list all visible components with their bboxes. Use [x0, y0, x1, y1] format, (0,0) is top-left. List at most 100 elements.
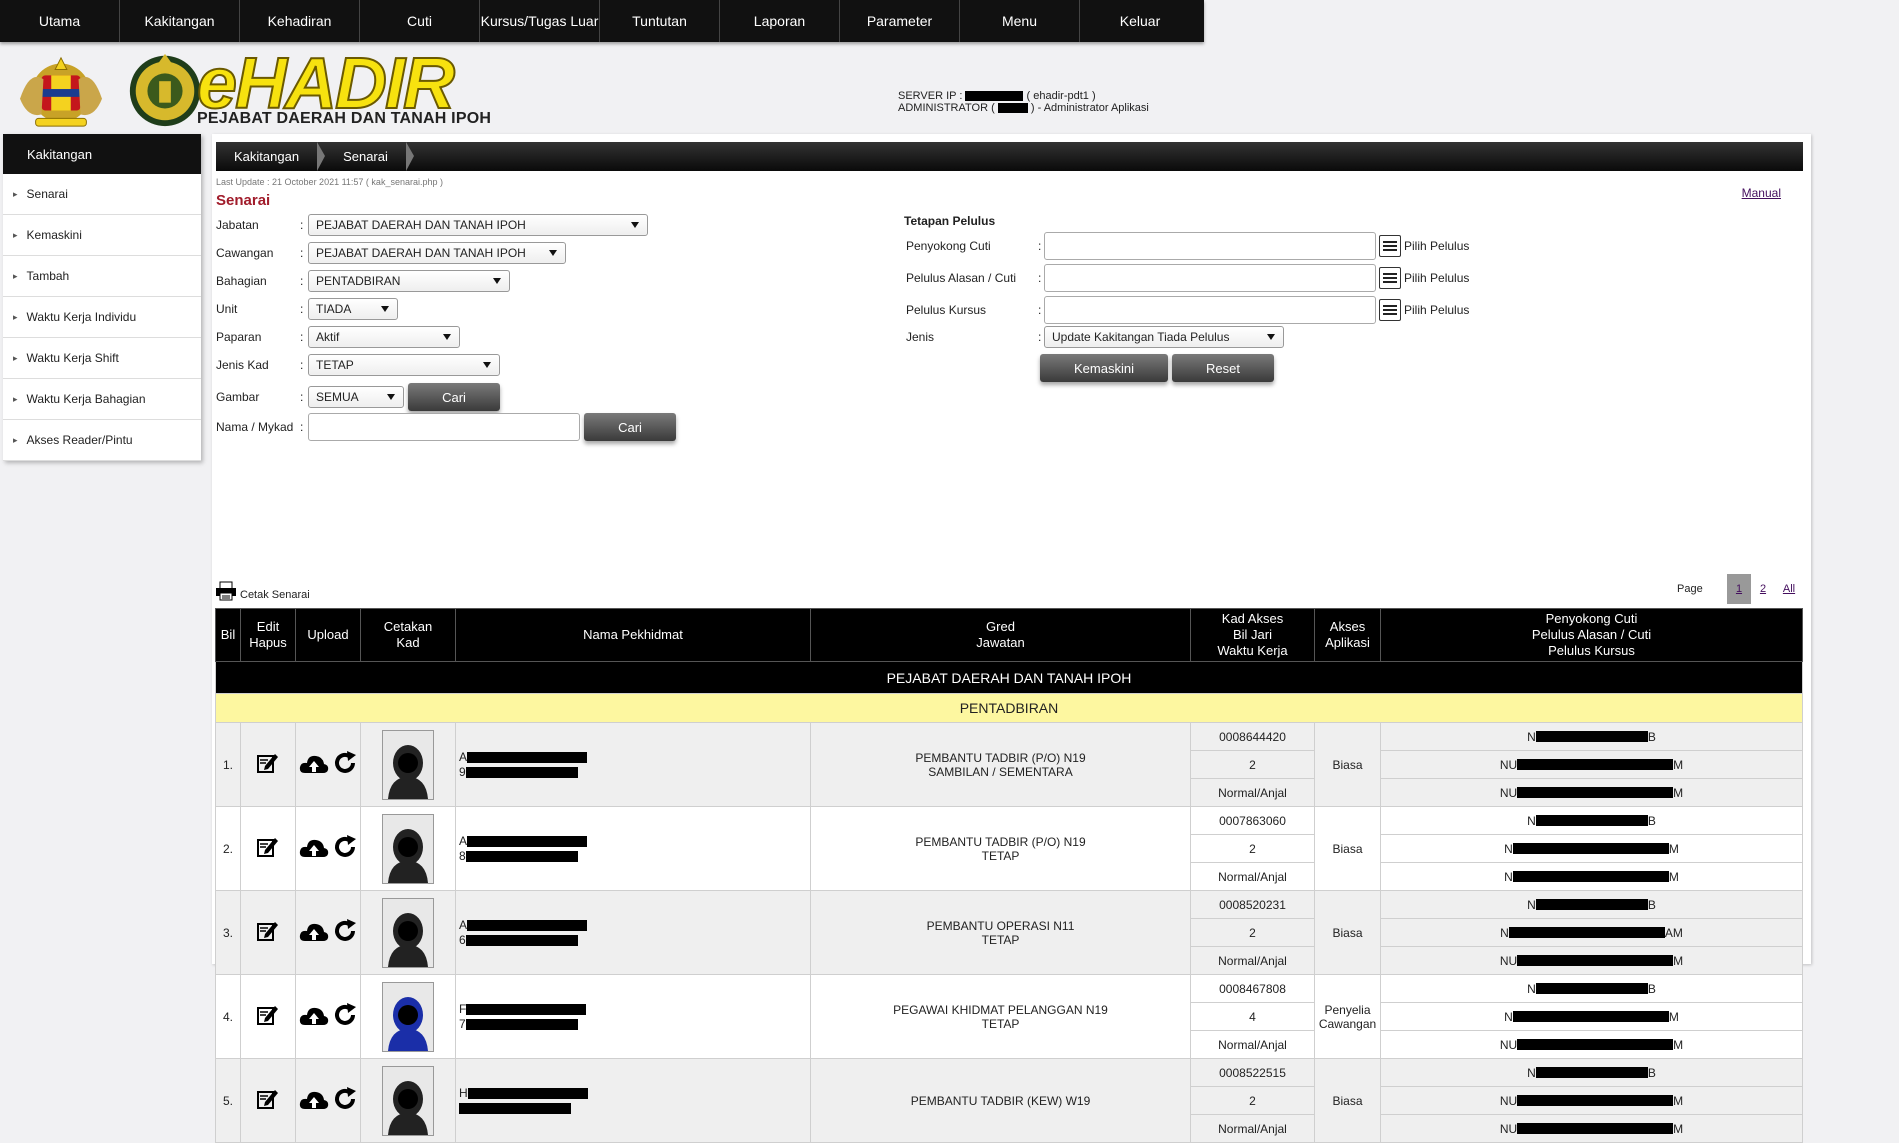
bil-jari-value: 2 [1190, 750, 1315, 779]
breadcrumb-kakitangan[interactable]: Kakitangan [216, 142, 317, 171]
sidebar-item-kemaskini[interactable]: ▸ Kemaskini [3, 215, 201, 256]
redacted-block [1535, 899, 1648, 910]
gambar-select[interactable]: SEMUA [308, 386, 404, 408]
select-value: Aktif [316, 330, 340, 344]
nav-kakitangan[interactable]: Kakitangan [120, 0, 240, 42]
breadcrumb-separator [405, 142, 414, 171]
redacted-block [1517, 759, 1674, 770]
pelulus-kursus-input[interactable] [1044, 296, 1376, 324]
page-1-link[interactable]: 1 [1727, 574, 1751, 604]
table-header-row: Bil Edit Hapus Upload Cetakan Kad Nama Pek… [215, 608, 1803, 662]
jabatan-select[interactable]: PEJABAT DAERAH DAN TANAH IPOH [308, 214, 648, 236]
kemaskini-button[interactable]: Kemaskini [1040, 354, 1168, 382]
cloud-upload-icon[interactable] [299, 1005, 329, 1027]
cawangan-select[interactable]: PEJABAT DAERAH DAN TANAH IPOH [308, 242, 566, 264]
sidebar-item-waktu-kerja-bahagian[interactable]: ▸ Waktu Kerja Bahagian [3, 379, 201, 420]
nav-keluar[interactable]: Keluar [1080, 0, 1200, 42]
edit-icon[interactable] [256, 1087, 280, 1111]
penyokong-cuti-value: NB [1380, 974, 1803, 1003]
edit-icon[interactable] [256, 751, 280, 775]
redacted-block [1535, 731, 1648, 742]
jenis-kad-select[interactable]: TETAP [308, 354, 500, 376]
name-initial: A [459, 750, 468, 764]
nav-menu[interactable]: Menu [960, 0, 1080, 42]
edit-icon[interactable] [256, 835, 280, 859]
nav-kursus[interactable]: Kursus/Tugas Luar [480, 0, 600, 42]
list-icon[interactable] [1379, 267, 1401, 289]
select-value: SEMUA [316, 390, 359, 404]
akses-cell: Biasa [1314, 806, 1381, 891]
cloud-upload-icon[interactable] [299, 837, 329, 859]
pilih-pelulus-link[interactable]: Pilih Pelulus [1404, 303, 1469, 317]
col-gred: Gred Jawatan [810, 608, 1191, 662]
redacted-block [467, 751, 588, 763]
sidebar-item-waktu-kerja-shift[interactable]: ▸ Waktu Kerja Shift [3, 338, 201, 379]
akses-cell: Biasa [1314, 1058, 1381, 1143]
nav-laporan[interactable]: Laporan [720, 0, 840, 42]
kad-akses-value: 0008522515 [1190, 1058, 1315, 1087]
waktu-kerja-value: Normal/Anjal [1190, 862, 1315, 891]
cetak-senarai-link[interactable]: Cetak Senarai [215, 581, 310, 601]
cloud-upload-icon[interactable] [299, 1089, 329, 1111]
pelulus-cuti-value: N AM [1380, 918, 1803, 947]
sidebar: Kakitangan ▸ Senarai ▸ Kemaskini ▸ Tambah ▸… [3, 134, 201, 461]
filter-jenis-kad-row: Jenis Kad: TETAP [216, 354, 500, 376]
nav-kehadiran[interactable]: Kehadiran [240, 0, 360, 42]
unit-select[interactable]: TIADA [308, 298, 398, 320]
refresh-icon[interactable] [333, 751, 357, 775]
reset-button[interactable]: Reset [1172, 354, 1274, 382]
table-row: 5. H PEMBANTU TADBIR (KEW) W19 000852251… [215, 1058, 1803, 1143]
sidebar-item-senarai[interactable]: ▸ Senarai [3, 174, 201, 215]
nav-utama[interactable]: Utama [0, 0, 120, 42]
edit-icon[interactable] [256, 1003, 280, 1027]
cloud-upload-icon[interactable] [299, 921, 329, 943]
admin-label: ADMINISTRATOR ( [898, 102, 995, 114]
refresh-icon[interactable] [333, 835, 357, 859]
chevron-down-icon [443, 334, 451, 340]
gred-cell: PEMBANTU TADBIR (P/O) N19 TETAP [810, 806, 1191, 891]
sidebar-item-akses-reader[interactable]: ▸ Akses Reader/Pintu [3, 420, 201, 461]
penyokong-cuti-input[interactable] [1044, 232, 1376, 260]
manual-link[interactable]: Manual [1742, 186, 1781, 200]
pilih-pelulus-link[interactable]: Pilih Pelulus [1404, 239, 1469, 253]
nama-mykad-input[interactable] [308, 413, 580, 441]
page-all-link[interactable]: All [1775, 574, 1803, 604]
refresh-icon[interactable] [333, 1087, 357, 1111]
waktu-kerja-value: Normal/Anjal [1190, 778, 1315, 807]
edit-cell [240, 722, 296, 807]
edit-cell [240, 806, 296, 891]
cloud-upload-icon[interactable] [299, 753, 329, 775]
paparan-select[interactable]: Aktif [308, 326, 460, 348]
sidebar-item-waktu-kerja-individu[interactable]: ▸ Waktu Kerja Individu [3, 297, 201, 338]
jenis-select[interactable]: Update Kakitangan Tiada Pelulus [1044, 326, 1284, 348]
gred-cell: PEMBANTU TADBIR (P/O) N19 SAMBILAN / SEM… [810, 722, 1191, 807]
pilih-pelulus-link[interactable]: Pilih Pelulus [1404, 271, 1469, 285]
gred-text: PEGAWAI KHIDMAT PELANGGAN N19 [893, 1002, 1108, 1017]
list-icon[interactable] [1379, 299, 1401, 321]
akses-text: Penyelia [1324, 1002, 1371, 1017]
refresh-icon[interactable] [333, 1003, 357, 1027]
pelulus-cuti-input[interactable] [1044, 264, 1376, 292]
cari-nama-button[interactable]: Cari [584, 413, 676, 441]
sidebar-item-tambah[interactable]: ▸ Tambah [3, 256, 201, 297]
name-initial: A [459, 918, 468, 932]
breadcrumb-senarai[interactable]: Senarai [325, 142, 406, 171]
page-2-link[interactable]: 2 [1751, 574, 1775, 604]
bahagian-select[interactable]: PENTADBIRAN [308, 270, 510, 292]
cari-button[interactable]: Cari [408, 383, 500, 411]
staff-photo [382, 897, 434, 968]
filter-unit-row: Unit: TIADA [216, 298, 398, 320]
nav-cuti[interactable]: Cuti [360, 0, 480, 42]
server-label: SERVER IP : [898, 90, 963, 102]
name-initial: F [459, 1002, 467, 1016]
last-update-text: Last Update : 21 October 2021 11:57 ( ka… [216, 177, 443, 187]
arrow-right-icon: ▸ [13, 311, 18, 322]
refresh-icon[interactable] [333, 919, 357, 943]
list-icon[interactable] [1379, 235, 1401, 257]
nav-tuntutan[interactable]: Tuntutan [600, 0, 720, 42]
filter-bahagian-row: Bahagian: PENTADBIRAN [216, 270, 510, 292]
nav-parameter[interactable]: Parameter [840, 0, 960, 42]
staff-photo [382, 729, 434, 800]
edit-icon[interactable] [256, 919, 280, 943]
edit-cell [240, 890, 296, 975]
